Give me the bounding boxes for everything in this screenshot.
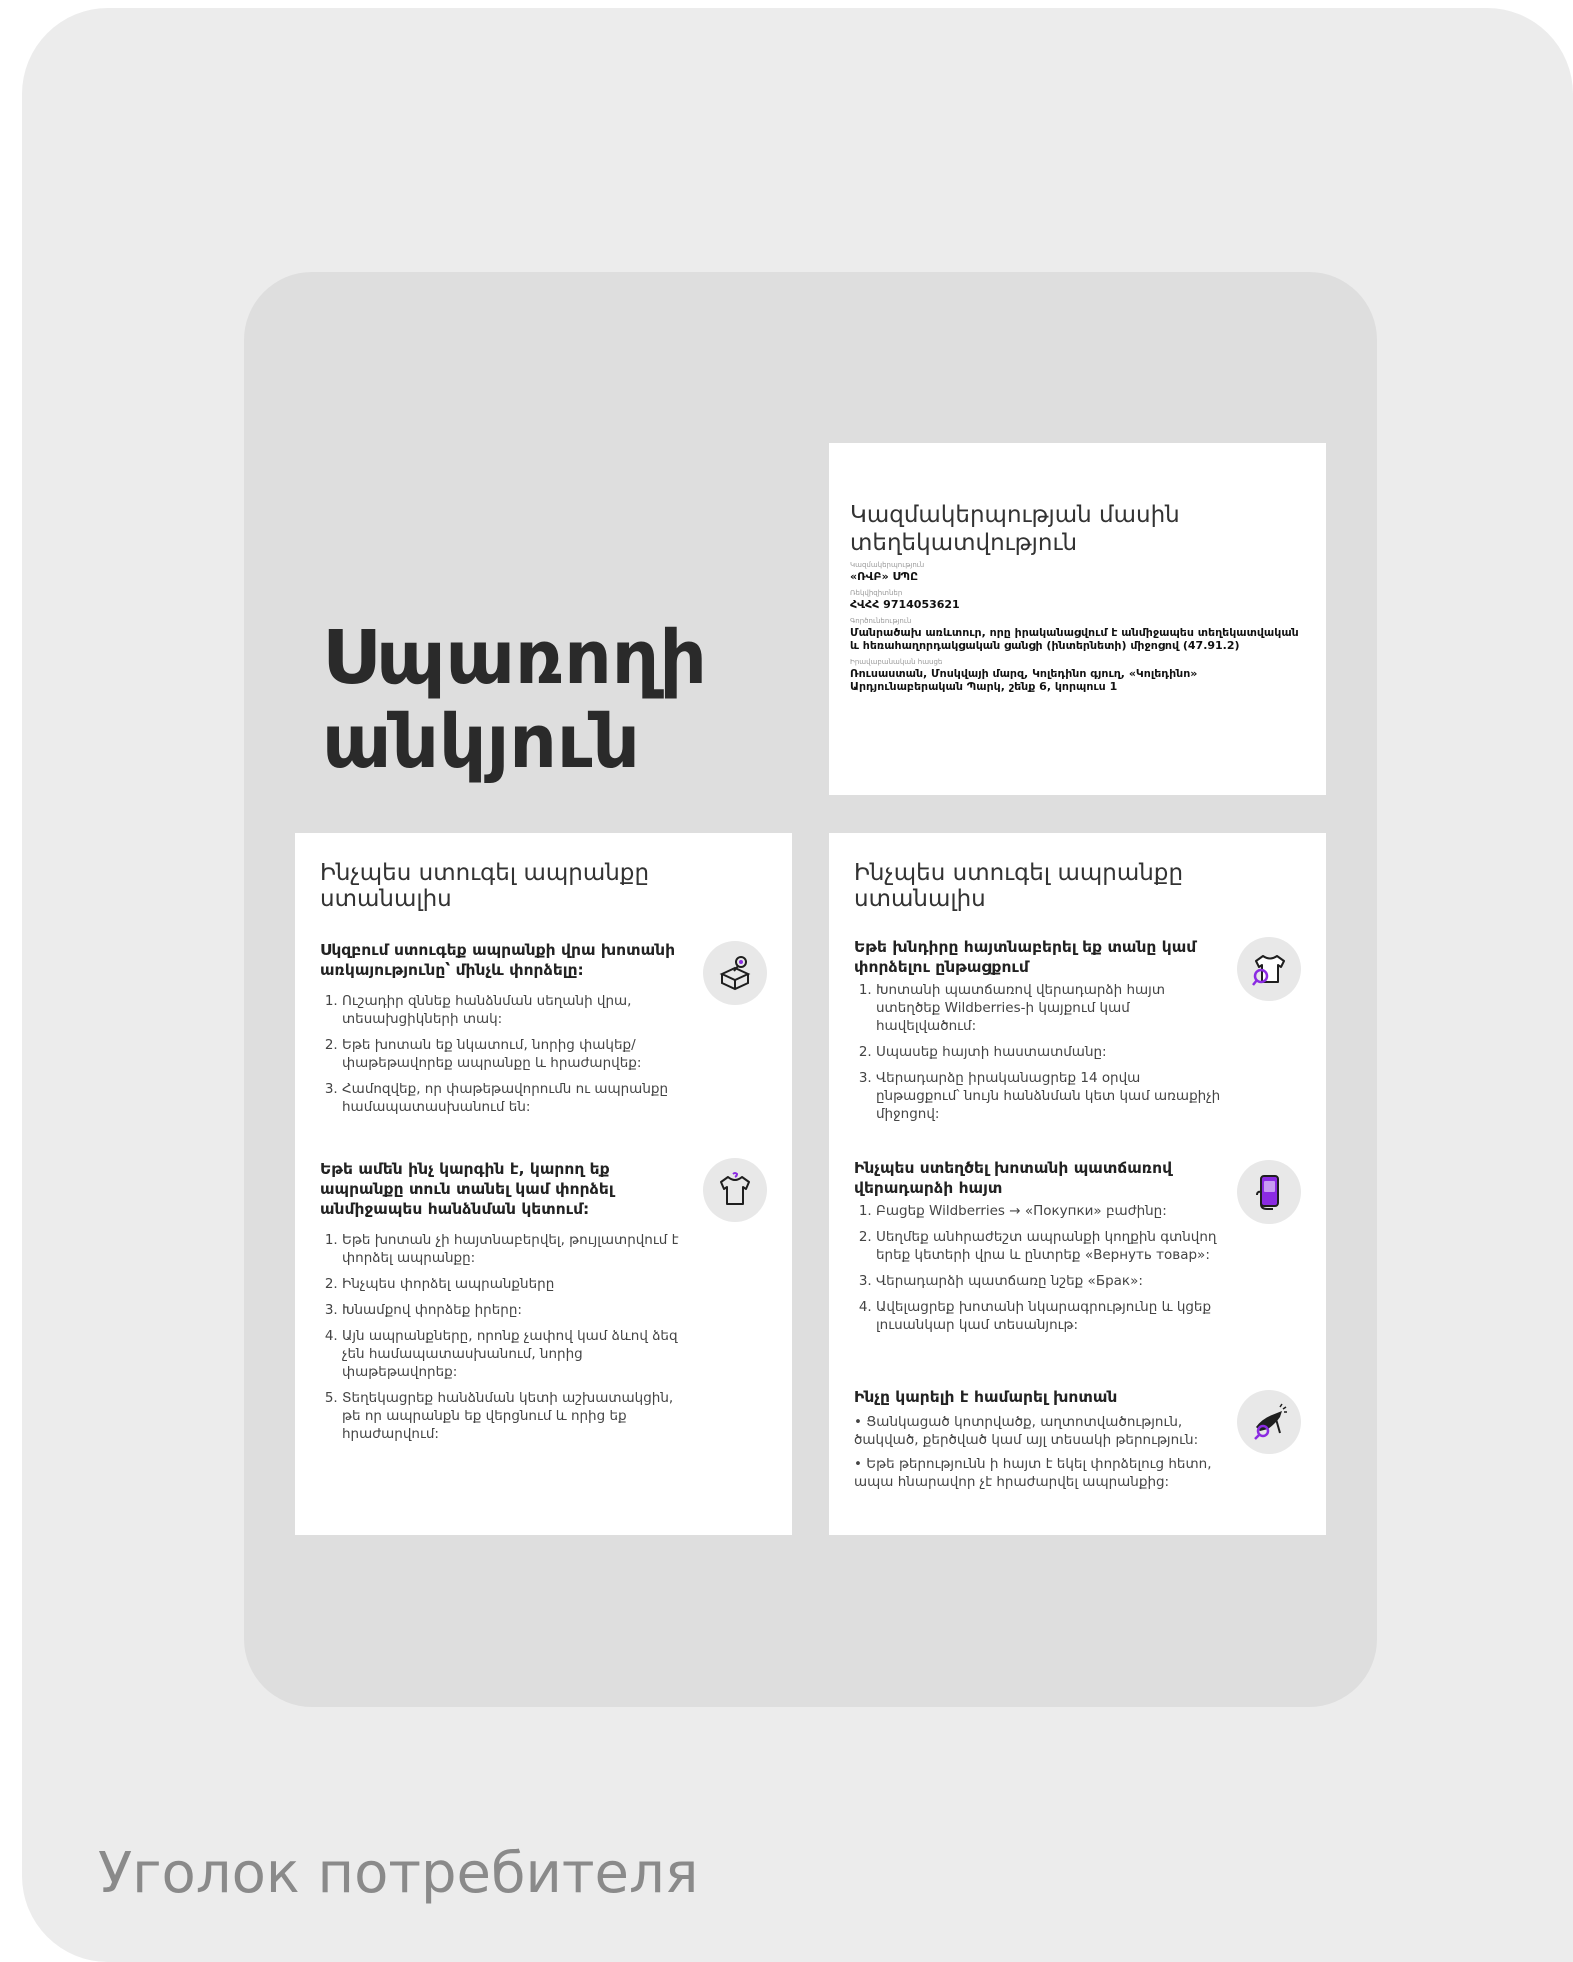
org-field-value: ՀՎՀՀ 9714053621: [850, 598, 960, 611]
list-item: Վերադարձը իրականացրեք 14 օրվա ընթացքում՝…: [876, 1069, 1221, 1123]
card-title: Ինչպես ստուգել ապրանքը ստանալիս: [854, 860, 1184, 912]
phone-icon: [1237, 1160, 1301, 1224]
section-heading: Ինչպես ստեղծել խոտանի պատճառով վերադարձի…: [854, 1159, 1173, 1197]
list-item: Բացեք Wildberries → «Покупки» բաժինը:: [876, 1202, 1221, 1220]
org-field-label: Իրավաբանական հասցե: [850, 658, 943, 666]
org-field-label: Ռեկվիզիտներ: [850, 589, 903, 597]
org-fields: Կազմակերպություն «ՌՎԲ» ՍՊԸ Ռեկվիզիտներ Հ…: [850, 561, 1310, 693]
check-goods-card-right: Ինչպես ստուգել ապրանքը ստանալիս Եթե խնդի…: [829, 833, 1326, 1535]
org-field-value: Մանրածախ առևտուր, որը իրականացվում է անմ…: [850, 626, 1299, 652]
tshirt-icon: [703, 1158, 767, 1222]
defect-bullet: • Եթե թերությունն ի հայտ է եկել փորձելու…: [854, 1456, 1212, 1490]
try-on-steps-list: Եթե խոտան չի հայտնաբերվել, թույլատրվում …: [320, 1231, 687, 1443]
box-magnifier-icon: [703, 941, 767, 1005]
org-field-value: «ՌՎԲ» ՍՊԸ: [850, 570, 919, 583]
list-item: Համոզվեք, որ փաթեթավորումն ու ապրանքը հա…: [342, 1080, 687, 1116]
list-item: Սեղմեք անհրաժեշտ ապրանքի կողքին գտնվող ե…: [876, 1228, 1221, 1264]
org-field-value: Ռուսաստան, Մոսկվայի մարզ, Կոլեդինո գյուղ…: [850, 667, 1198, 693]
page-title: Սպառողի անկյուն: [322, 615, 707, 785]
list-item: Այն ապրանքները, որոնք չափով կամ ձևով ձեզ…: [342, 1327, 687, 1381]
org-field-label: Գործունեություն: [850, 617, 912, 625]
list-item: Սպասեք հայտի հաստատմանը:: [876, 1043, 1221, 1061]
shoe-search-icon: [1237, 1390, 1301, 1454]
list-item: Եթե խոտան եք նկատում, նորից փակեք/փաթեթա…: [342, 1036, 687, 1072]
check-goods-card-left: Ինչպես ստուգել ապրանքը ստանալիս Սկզբում …: [295, 833, 792, 1535]
section-heading: Եթե ամեն ինչ կարգին է, կարող եք ապրանքը …: [320, 1160, 614, 1218]
list-item: Եթե խոտան չի հայտնաբերվել, թույլատրվում …: [342, 1231, 687, 1267]
return-steps-list: Բացեք Wildberries → «Покупки» բաժինը: Սե…: [854, 1202, 1221, 1334]
footer-title: Уголок потребителя: [98, 1841, 699, 1906]
list-item: Տեղեկացրեք հանձնման կետի աշխատակցին, թե …: [342, 1389, 687, 1443]
section-heading: Սկզբում ստուգեք ապրանքի վրա խոտանի առկայ…: [320, 941, 676, 979]
defect-bullet: • Ցանկացած կոտրվածք, աղտոտվածություն, ծա…: [854, 1414, 1199, 1448]
list-item: Ավելացրեք խոտանի նկարագրությունը և կցեք …: [876, 1298, 1221, 1334]
problem-steps-list: Խոտանի պատճառով վերադարձի հայտ ստեղծեք W…: [854, 981, 1221, 1123]
list-item: Ուշադիր զննեք հանձնման սեղանի վրա, տեսախ…: [342, 992, 687, 1028]
list-item: Ինչպես փորձել ապրանքները: [342, 1275, 687, 1293]
section-heading: Ինչը կարելի է համարել խոտան: [854, 1388, 1118, 1406]
org-field-label: Կազմակերպություն: [850, 561, 925, 569]
org-card-title: Կազմակերպության մասին տեղեկատվություն: [850, 502, 1180, 556]
shirt-search-icon: [1237, 937, 1301, 1001]
section-heading: Եթե խնդիրը հայտնաբերել եք տանը կամ փորձե…: [854, 938, 1197, 976]
card-title: Ինչպես ստուգել ապրանքը ստանալիս: [320, 860, 650, 912]
list-item: Խնամքով փորձեք իրերը:: [342, 1301, 687, 1319]
org-info-card: Կազմակերպության մասին տեղեկատվություն Կա…: [829, 443, 1326, 795]
list-item: Խոտանի պատճառով վերադարձի հայտ ստեղծեք W…: [876, 981, 1221, 1035]
check-steps-list: Ուշադիր զննեք հանձնման սեղանի վրա, տեսախ…: [320, 992, 687, 1116]
list-item: Վերադարձի պատճառը նշեք «Брак»:: [876, 1272, 1221, 1290]
